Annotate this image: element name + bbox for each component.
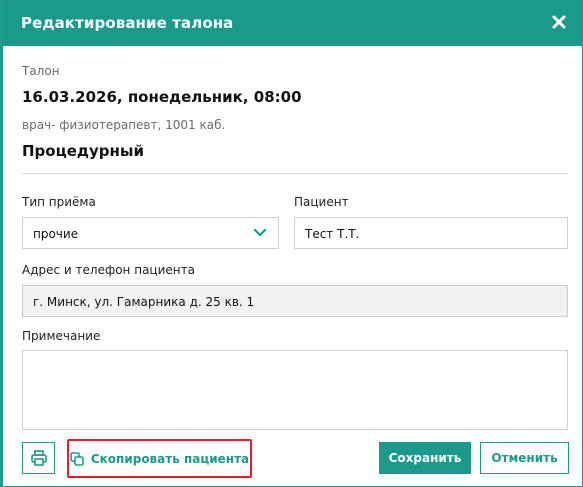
- address-field: г. Минск, ул. Гамарника д. 25 кв. 1: [22, 285, 568, 317]
- chevron-down-icon: [253, 228, 267, 237]
- printer-icon: [30, 450, 47, 466]
- divider: [22, 173, 568, 174]
- ticket-section-label: Талон: [22, 64, 60, 78]
- ticket-datetime: 16.03.2026, понедельник, 08:00: [22, 88, 302, 106]
- note-label: Примечание: [22, 329, 101, 343]
- patient-field[interactable]: Тест Т.Т.: [294, 217, 568, 249]
- dialog-title: Редактирование талона: [21, 14, 234, 32]
- patient-value: Тест Т.Т.: [305, 227, 360, 241]
- copy-patient-label: Скопировать пациента: [90, 451, 250, 466]
- visit-type-value: прочие: [33, 227, 79, 241]
- room-name: Процедурный: [22, 142, 144, 160]
- visit-type-label: Тип приёма: [22, 195, 96, 209]
- print-button[interactable]: [22, 442, 55, 474]
- dialog-header: Редактирование талона: [3, 1, 582, 46]
- cancel-button[interactable]: Отменить: [480, 442, 569, 474]
- save-button[interactable]: Сохранить: [379, 442, 471, 474]
- doctor-info: врач- физиотерапевт, 1001 каб.: [22, 118, 226, 132]
- address-value: г. Минск, ул. Гамарника д. 25 кв. 1: [33, 295, 255, 309]
- cancel-label: Отменить: [491, 451, 558, 465]
- visit-type-select[interactable]: прочие: [22, 217, 279, 249]
- edit-ticket-dialog: Редактирование талона Талон 16.03.2026, …: [0, 0, 583, 487]
- address-label: Адрес и телефон пациента: [22, 263, 195, 277]
- copy-icon: [70, 451, 84, 466]
- note-textarea[interactable]: [22, 350, 568, 430]
- close-icon[interactable]: [550, 13, 568, 31]
- save-label: Сохранить: [388, 451, 462, 465]
- patient-label: Пациент: [294, 195, 349, 209]
- copy-patient-button[interactable]: Скопировать пациента: [67, 439, 252, 478]
